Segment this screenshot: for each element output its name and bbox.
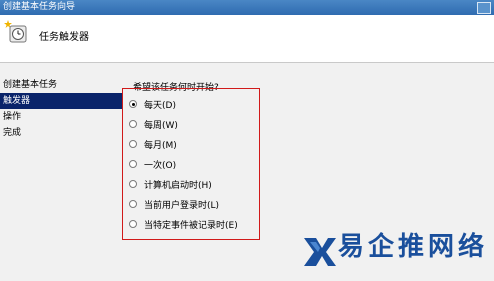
radio-once[interactable]: 一次(O) xyxy=(129,157,176,171)
radio-label[interactable]: 当前用户登录时(L) xyxy=(144,198,219,211)
radio-button[interactable] xyxy=(129,120,137,128)
radio-daily[interactable]: 每天(D) xyxy=(129,97,176,111)
nav-item-trigger[interactable]: 触发器 xyxy=(0,93,122,109)
radio-label[interactable]: 当特定事件被记录时(E) xyxy=(144,218,238,231)
close-button[interactable] xyxy=(477,2,491,14)
radio-user-logon[interactable]: 当前用户登录时(L) xyxy=(129,197,219,211)
radio-button[interactable] xyxy=(129,180,137,188)
radio-label[interactable]: 每周(W) xyxy=(144,118,178,131)
nav-item-action[interactable]: 操作 xyxy=(0,109,122,125)
radio-label[interactable]: 计算机启动时(H) xyxy=(144,178,212,191)
radio-label[interactable]: 每月(M) xyxy=(144,138,177,151)
title-bar: 创建基本任务向导 xyxy=(0,0,494,15)
radio-weekly[interactable]: 每周(W) xyxy=(129,117,178,131)
window-title: 创建基本任务向导 xyxy=(3,2,76,12)
radio-computer-startup[interactable]: 计算机启动时(H) xyxy=(129,177,212,191)
radio-label[interactable]: 每天(D) xyxy=(144,98,176,111)
radio-monthly[interactable]: 每月(M) xyxy=(129,137,177,151)
radio-label[interactable]: 一次(O) xyxy=(144,158,176,171)
wizard-nav: 创建基本任务 触发器 操作 完成 xyxy=(0,77,122,141)
radio-button[interactable] xyxy=(129,220,137,228)
nav-item-finish[interactable]: 完成 xyxy=(0,125,122,141)
radio-button[interactable] xyxy=(129,100,137,108)
page-title: 任务触发器 xyxy=(39,32,89,43)
nav-item-create-basic-task[interactable]: 创建基本任务 xyxy=(0,77,122,93)
watermark-text: 易企推网络 xyxy=(338,232,489,262)
radio-event-logged[interactable]: 当特定事件被记录时(E) xyxy=(129,217,238,231)
radio-button[interactable] xyxy=(129,200,137,208)
radio-button[interactable] xyxy=(129,160,137,168)
wizard-header: 任务触发器 xyxy=(0,15,494,62)
radio-button[interactable] xyxy=(129,140,137,148)
task-clock-icon xyxy=(4,20,27,43)
